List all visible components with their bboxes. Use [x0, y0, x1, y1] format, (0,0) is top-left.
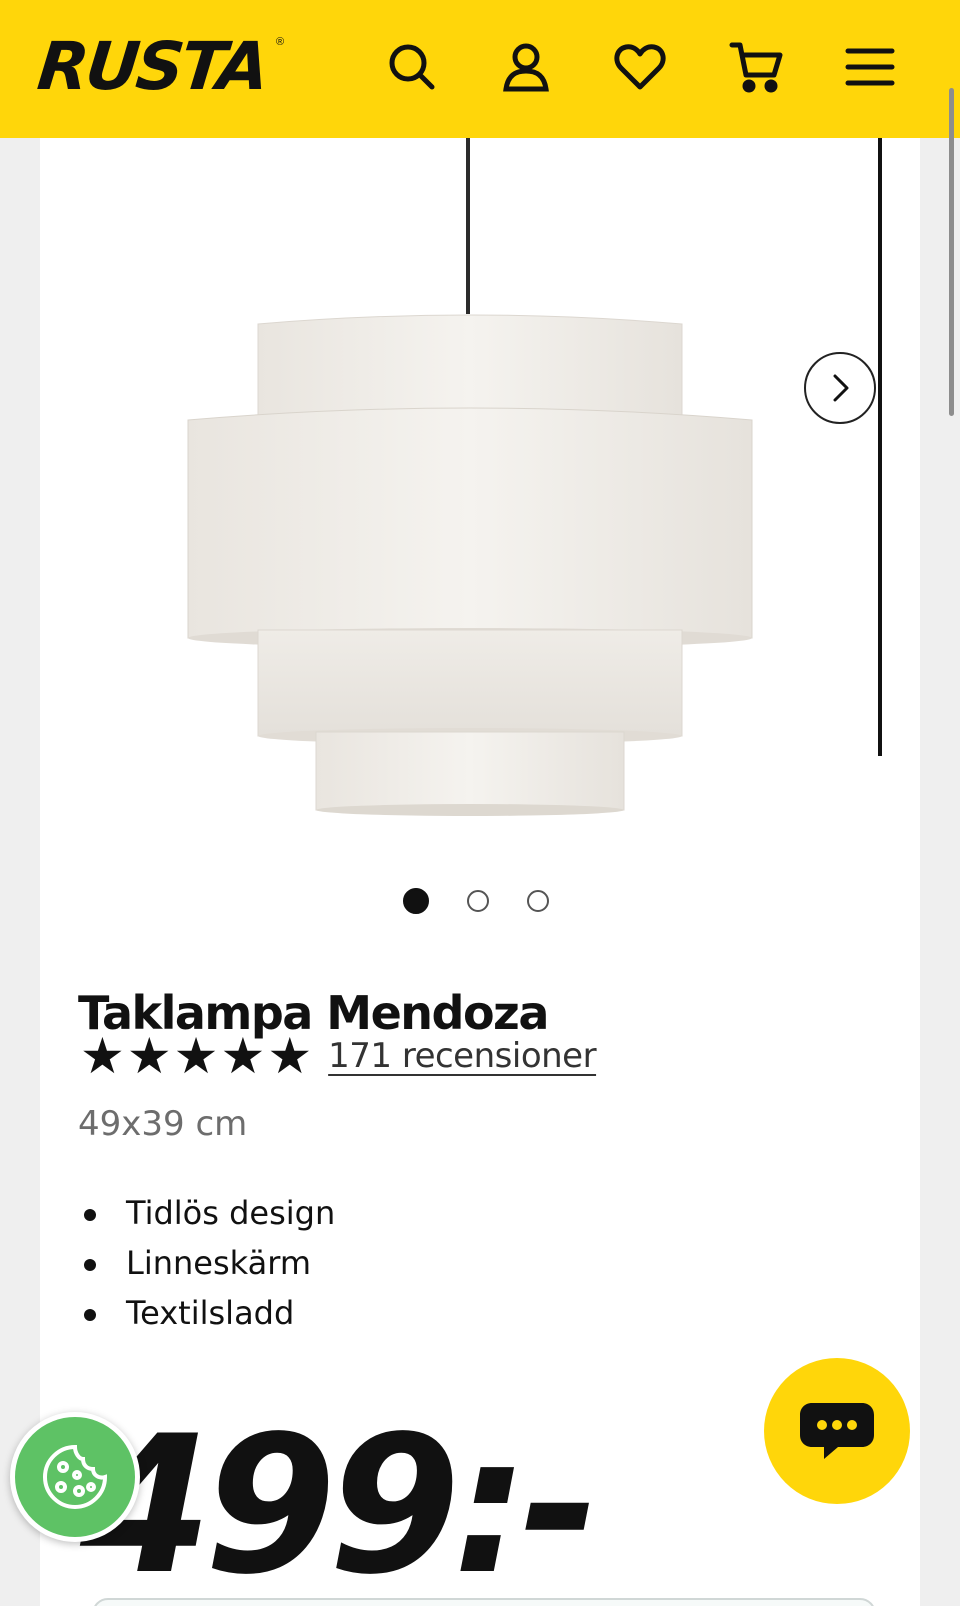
rating-row: ★ ★ ★ ★ ★ 171 recensioner	[80, 1028, 597, 1084]
star-icon: ★	[80, 1028, 125, 1084]
star-icon: ★	[173, 1028, 219, 1084]
product-price: 499:-	[80, 1395, 599, 1606]
star-rating: ★ ★ ★ ★ ★	[80, 1028, 312, 1084]
menu-icon[interactable]	[840, 37, 900, 97]
feature-item: Linneskärm	[80, 1238, 335, 1288]
carousel-dot-2[interactable]	[467, 890, 489, 912]
next-slide-preview	[878, 138, 882, 756]
star-icon: ★	[267, 1028, 313, 1084]
search-icon[interactable]	[382, 37, 442, 97]
registered-mark: ®	[276, 36, 285, 48]
heart-icon[interactable]	[610, 37, 670, 97]
star-icon: ★	[220, 1028, 266, 1084]
page-scrollbar[interactable]	[949, 88, 954, 416]
chat-button[interactable]	[764, 1358, 910, 1504]
lamp-image	[187, 138, 753, 816]
cookie-settings-button[interactable]	[10, 1412, 140, 1542]
chat-bubble-icon	[800, 1403, 874, 1459]
add-to-cart-area[interactable]	[92, 1598, 876, 1606]
chevron-right-icon	[833, 374, 849, 402]
product-image-carousel[interactable]	[40, 138, 920, 858]
cart-icon[interactable]	[726, 37, 786, 97]
feature-item: Textilsladd	[80, 1288, 335, 1338]
feature-list: Tidlös design Linneskärm Textilsladd	[80, 1188, 335, 1338]
carousel-dot-3[interactable]	[527, 890, 549, 912]
carousel-next-button[interactable]	[804, 352, 876, 424]
feature-item: Tidlös design	[80, 1188, 335, 1238]
reviews-link[interactable]: 171 recensioner	[328, 1036, 596, 1076]
rusta-logo[interactable]: RUSTA	[34, 28, 270, 105]
carousel-dot-1[interactable]	[403, 888, 429, 914]
site-header: RUSTA ®	[0, 0, 960, 138]
cookie-icon	[42, 1444, 108, 1510]
star-icon: ★	[126, 1028, 172, 1084]
product-dimensions: 49x39 cm	[78, 1104, 248, 1144]
user-icon[interactable]	[496, 37, 556, 97]
carousel-dots	[403, 888, 549, 918]
